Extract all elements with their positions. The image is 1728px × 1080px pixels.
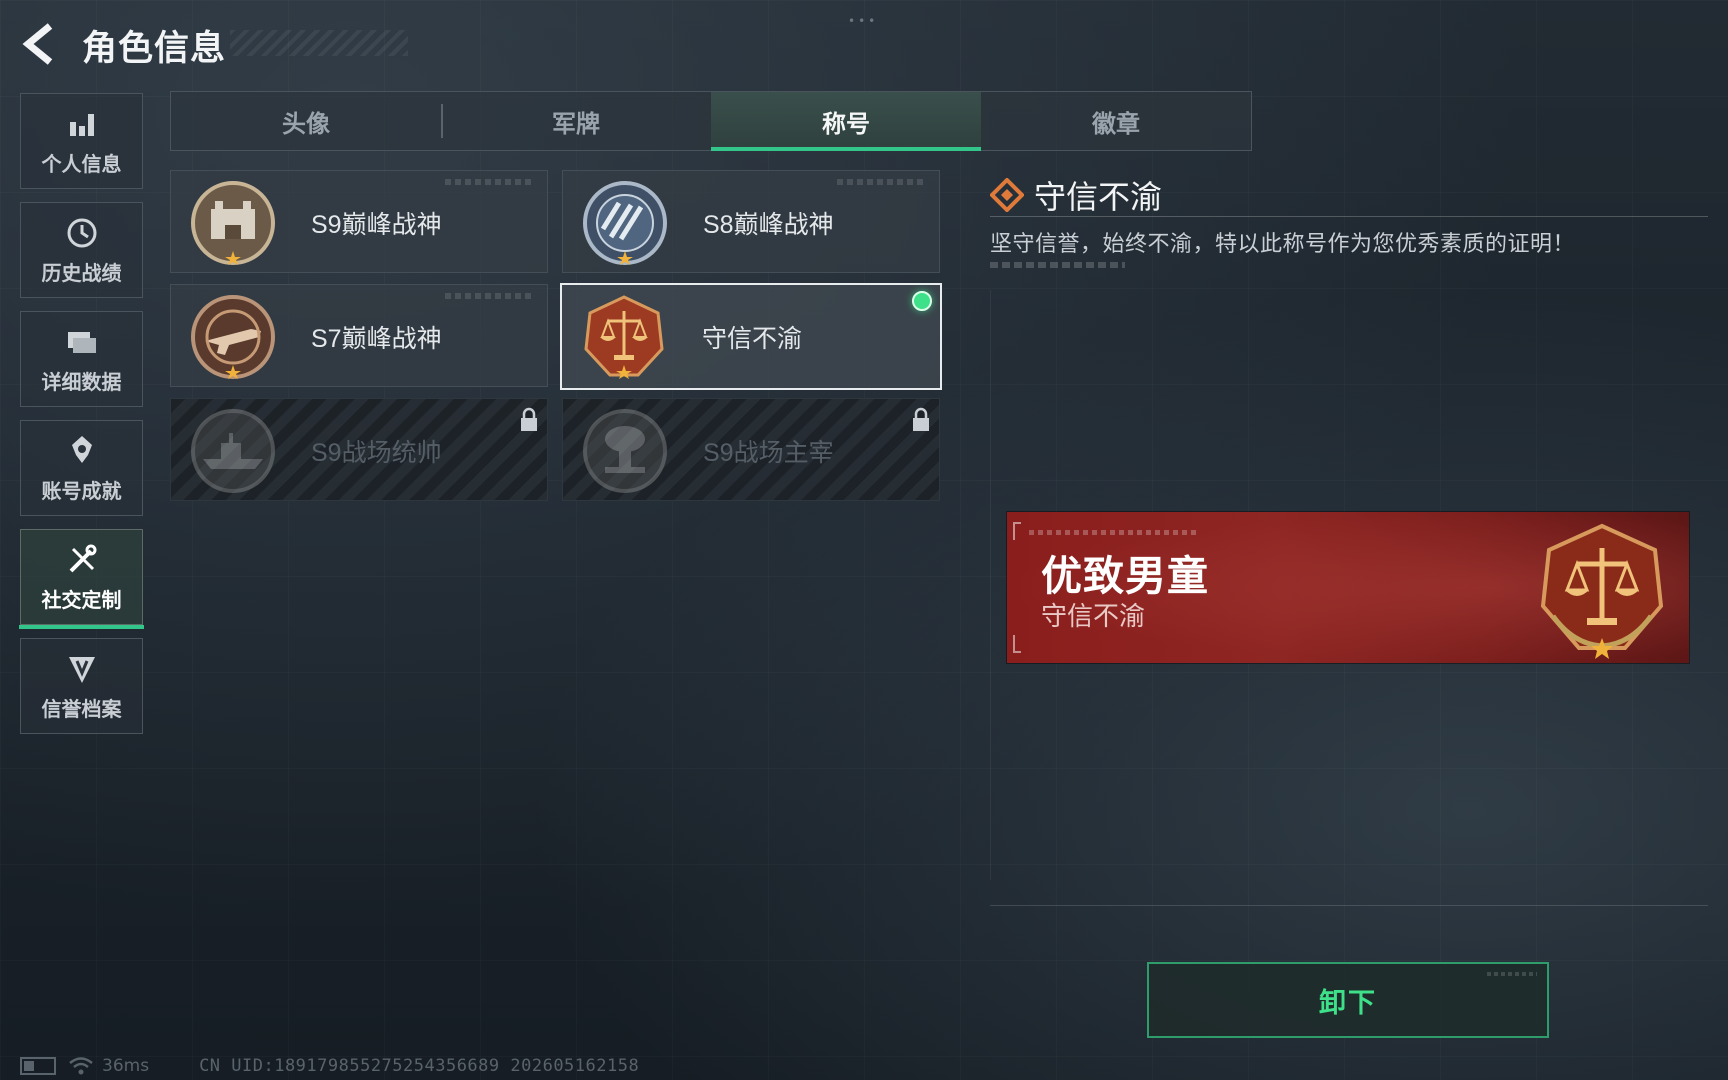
scales-emblem-icon: [1540, 523, 1664, 659]
sidebar: 个人信息 历史战绩 详细数据 账号成就 社交定制 信誉档案: [19, 93, 144, 747]
sidebar-item-achievements[interactable]: 账号成就: [20, 420, 143, 516]
tab-avatar[interactable]: 头像: [171, 92, 441, 150]
title-card-name: S8巅峰战神: [703, 211, 834, 239]
mushroom-cloud-emblem-icon: [583, 409, 667, 493]
detail-title-row: 守信不渝: [990, 172, 1162, 218]
folder-stack-icon: [67, 331, 96, 353]
title-decoration: [230, 30, 408, 56]
unequip-button-label: 卸下: [1319, 987, 1377, 1019]
title-card-locked[interactable]: S9战场统帅: [170, 398, 548, 501]
detail-decoration: [990, 262, 1125, 268]
unequip-button[interactable]: 卸下: [1147, 962, 1549, 1038]
scales-emblem-icon: [584, 295, 664, 379]
card-decoration: [445, 293, 535, 299]
title-card[interactable]: S9巅峰战神: [170, 170, 548, 273]
sidebar-item-label: 账号成就: [41, 478, 122, 503]
banner-corner: [1013, 522, 1021, 540]
striped-globe-emblem-icon: [583, 181, 667, 265]
history-clock-icon: [67, 218, 96, 247]
detail-description: 坚守信誉，始终不渝，特以此称号作为您优秀素质的证明！: [990, 232, 1576, 257]
lock-icon: [913, 407, 929, 431]
sidebar-item-history[interactable]: 历史战绩: [20, 202, 143, 298]
sidebar-item-label: 信誉档案: [41, 696, 122, 721]
sidebar-item-detail-data[interactable]: 详细数据: [20, 311, 143, 407]
title-preview-banner: 优致男童 守信不渝: [1007, 512, 1689, 663]
detail-title: 守信不渝: [1034, 178, 1163, 216]
title-card-name: S9巅峰战神: [311, 211, 442, 239]
card-decoration: [445, 179, 535, 185]
title-diamond-icon: [990, 178, 1024, 212]
top-indicator: •••: [848, 14, 879, 28]
title-card[interactable]: S7巅峰战神: [170, 284, 548, 387]
battery-icon: [20, 1057, 56, 1075]
banner-decoration: [1029, 530, 1199, 535]
status-footer: 36ms CN UID:18917985527525435​6689 20260…: [20, 1056, 639, 1076]
bar-chart-icon: [69, 113, 94, 136]
uid-text: CN UID:18917985527525435​6689 2026051621…: [199, 1056, 640, 1076]
fortress-emblem-icon: [191, 181, 275, 265]
sidebar-item-label: 历史战绩: [41, 260, 122, 285]
divider: [990, 905, 1708, 906]
tab-dog-tag[interactable]: 军牌: [441, 92, 711, 150]
sidebar-item-label: 个人信息: [41, 151, 122, 176]
warship-emblem-icon: [191, 409, 275, 493]
page-title: 角色信息: [82, 29, 227, 69]
sidebar-item-label: 社交定制: [41, 587, 122, 612]
card-decoration: [837, 179, 927, 185]
sidebar-item-social-custom[interactable]: 社交定制: [19, 529, 144, 629]
wifi-icon: [69, 1057, 93, 1075]
achievement-medal-icon: [71, 435, 92, 463]
tools-icon: [69, 544, 96, 572]
title-card[interactable]: S8巅峰战神: [562, 170, 940, 273]
reputation-shield-icon: [68, 656, 95, 683]
sidebar-item-reputation[interactable]: 信誉档案: [20, 638, 143, 734]
title-card-locked[interactable]: S9战场主宰: [562, 398, 940, 501]
back-arrow-icon[interactable]: [20, 22, 60, 66]
equipped-indicator: [912, 291, 932, 311]
title-card-name: S9战场主宰: [703, 439, 834, 467]
banner-corner: [1013, 635, 1021, 653]
sidebar-item-personal-info[interactable]: 个人信息: [20, 93, 143, 189]
tab-title[interactable]: 称号: [711, 92, 981, 151]
title-card-name: 守信不渝: [702, 325, 803, 353]
rifle-emblem-icon: [191, 295, 275, 379]
preview-title: 守信不渝: [1041, 602, 1146, 632]
ping-value: 36ms: [102, 1056, 150, 1076]
button-decoration: [1487, 972, 1537, 976]
tab-badge[interactable]: 徽章: [981, 92, 1251, 150]
divider: [990, 216, 1708, 217]
title-card-name: S9战场统帅: [311, 439, 442, 467]
tab-bar: 头像 军牌 称号 徽章: [170, 91, 1252, 151]
sidebar-item-label: 详细数据: [41, 369, 122, 394]
title-card-selected[interactable]: 守信不渝: [560, 283, 942, 390]
title-card-name: S7巅峰战神: [311, 325, 442, 353]
lock-icon: [521, 407, 537, 431]
preview-player-name: 优致男童: [1041, 552, 1209, 600]
